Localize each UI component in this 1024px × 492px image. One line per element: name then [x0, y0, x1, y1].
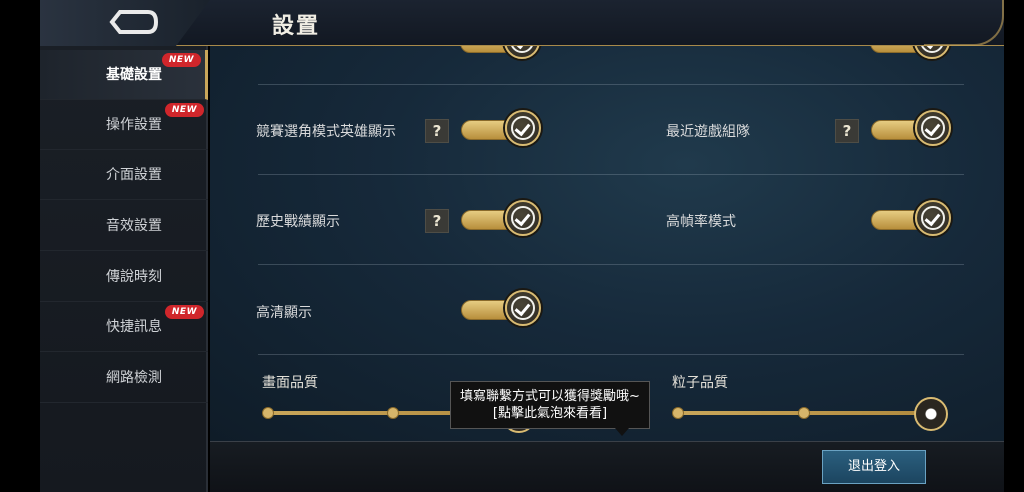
settings-screen: 設置 基礎設置 NEW 操作設置 NEW 介面設置 音效設置 傳說時刻 快捷訊息…	[0, 0, 1024, 492]
tooltip-line-2: [點擊此氣泡來看看]	[492, 406, 608, 421]
sidebar-item-label: 快捷訊息	[106, 319, 162, 335]
back-icon	[109, 10, 158, 34]
particle-quality-label: 粒子品質	[672, 375, 728, 391]
sidebar-item-label: 網路檢測	[106, 370, 162, 386]
divider	[258, 174, 964, 175]
new-badge: NEW	[164, 305, 204, 319]
slider-stop[interactable]	[798, 407, 810, 419]
logout-button[interactable]: 退出登入	[822, 450, 926, 484]
divider	[258, 84, 964, 85]
divider	[258, 264, 964, 265]
sidebar-item-label: 傳說時刻	[106, 269, 162, 285]
check-icon	[915, 110, 951, 146]
check-icon	[505, 110, 541, 146]
divider	[258, 354, 964, 355]
left-letterbox	[0, 0, 40, 492]
sidebar-item-interface[interactable]: 介面設置	[40, 150, 208, 200]
sidebar-item-label: 基礎設置	[106, 67, 162, 83]
toggle-partial-right[interactable]	[870, 46, 950, 59]
particle-quality-handle[interactable]	[914, 397, 948, 431]
sidebar-item-sound[interactable]: 音效設置	[40, 201, 208, 251]
help-icon[interactable]: ?	[425, 209, 449, 233]
page-title: 設置	[272, 14, 321, 39]
new-badge: NEW	[164, 103, 204, 117]
sidebar: 基礎設置 NEW 操作設置 NEW 介面設置 音效設置 傳說時刻 快捷訊息 NE…	[40, 46, 208, 492]
toggle-partial-left[interactable]	[460, 46, 540, 59]
sidebar-item-label: 操作設置	[106, 117, 162, 133]
hero-display-label: 競賽選角模式英雄顯示	[256, 124, 396, 140]
check-icon	[505, 290, 541, 326]
tooltip-tail	[615, 428, 629, 436]
sidebar-item-label: 介面設置	[106, 167, 162, 183]
history-display-label: 歷史戰績顯示	[256, 214, 340, 230]
sidebar-item-legend-moments[interactable]: 傳說時刻	[40, 252, 208, 302]
help-icon[interactable]: ?	[835, 119, 859, 143]
tooltip-line-1: 填寫聯繫方式可以獲得獎勵哦~	[460, 389, 640, 404]
sidebar-item-network-test[interactable]: 網路檢測	[40, 353, 208, 403]
recent-team-label: 最近遊戲組隊	[666, 124, 750, 140]
high-fps-label: 高幀率模式	[666, 214, 736, 230]
sidebar-item-label: 音效設置	[106, 218, 162, 234]
high-fps-toggle[interactable]	[871, 200, 951, 236]
hd-display-toggle[interactable]	[461, 290, 541, 326]
check-icon	[504, 46, 540, 59]
recent-team-toggle[interactable]	[871, 110, 951, 146]
sidebar-item-controls[interactable]: 操作設置 NEW	[40, 100, 208, 150]
right-letterbox	[1004, 0, 1024, 492]
new-badge: NEW	[161, 53, 201, 67]
check-icon	[505, 200, 541, 236]
help-icon[interactable]: ?	[425, 119, 449, 143]
slider-stop[interactable]	[262, 407, 274, 419]
check-icon	[915, 200, 951, 236]
graphics-quality-label: 畫面品質	[262, 375, 318, 391]
history-display-toggle[interactable]	[461, 200, 541, 236]
hd-display-label: 高清顯示	[256, 305, 312, 321]
slider-stop[interactable]	[387, 407, 399, 419]
hero-display-toggle[interactable]	[461, 110, 541, 146]
slider-stop[interactable]	[672, 407, 684, 419]
reward-tooltip[interactable]: 填寫聯繫方式可以獲得獎勵哦~ [點擊此氣泡來看看]	[450, 381, 650, 429]
topbar-ornament	[924, 0, 1004, 46]
sidebar-item-basic[interactable]: 基礎設置 NEW	[40, 50, 208, 100]
check-icon	[914, 46, 950, 59]
sidebar-item-quick-messages[interactable]: 快捷訊息 NEW	[40, 302, 208, 352]
